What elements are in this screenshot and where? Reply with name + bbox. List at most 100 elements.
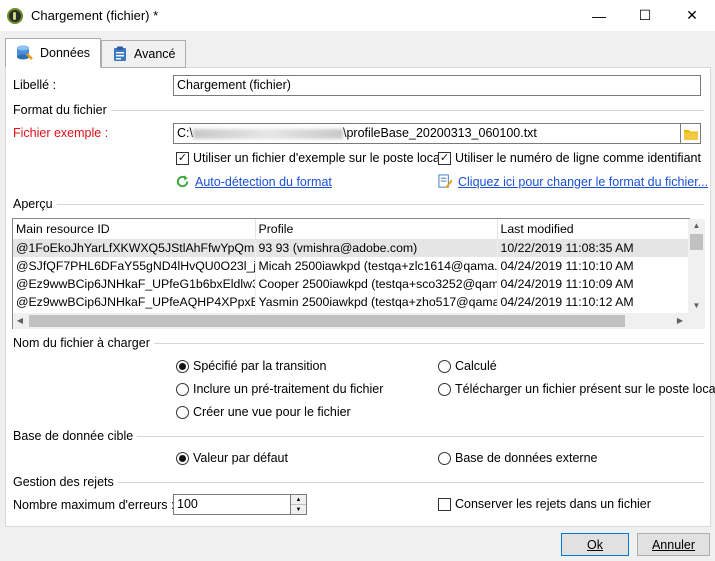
keep-rejects-checkbox[interactable]	[438, 497, 451, 511]
fichier-path-prefix: C:\	[177, 126, 193, 140]
browse-button[interactable]	[681, 123, 701, 144]
use-line-number-checkbox[interactable]	[438, 151, 451, 165]
refresh-icon	[176, 175, 189, 188]
table-row[interactable]: @Ez9wwBCip6JNHkaF_UPfeAQHP4XPpxB... Yasm…	[13, 293, 689, 311]
auto-detect-link[interactable]: Auto-détection du format	[195, 175, 332, 189]
clipboard-icon	[114, 46, 126, 61]
opt-telecharger[interactable]: Télécharger un fichier présent sur le po…	[438, 382, 715, 396]
target-file-divider	[148, 343, 704, 344]
ok-button[interactable]: Ok	[561, 533, 629, 556]
use-local-example-label: Utiliser un fichier d'exemple sur le pos…	[193, 151, 443, 165]
opt-vue-radio[interactable]	[176, 405, 189, 419]
opt-calcule-label: Calculé	[455, 359, 497, 373]
column-header-resource-id[interactable]: Main resource ID	[13, 219, 256, 240]
cancel-button-label: Annuler	[651, 537, 696, 552]
table-cell: @1FoEkoJhYarLfXKWXQ5JStlAhFfwYpQmnjn...	[13, 239, 256, 257]
opt-calcule[interactable]: Calculé	[438, 359, 497, 373]
opt-vue-label: Créer une vue pour le fichier	[193, 405, 351, 419]
table-cell: 10/22/2019 11:08:35 AM	[497, 239, 689, 257]
opt-transition-radio[interactable]	[176, 359, 189, 373]
table-cell: 04/24/2019 11:10:10 AM	[497, 257, 689, 275]
scroll-thumb-horizontal[interactable]	[29, 315, 625, 327]
scroll-down-icon[interactable]: ▼	[688, 299, 705, 313]
fichier-path-suffix: \profileBase_20200313_060100.txt	[342, 126, 537, 140]
opt-transition[interactable]: Spécifié par la transition	[176, 359, 326, 373]
tab-donnees[interactable]: Données	[5, 38, 102, 68]
opt-pretraitement[interactable]: Inclure un pré-traitement du fichier	[176, 382, 383, 396]
scroll-thumb-vertical[interactable]	[690, 234, 703, 250]
table-cell: Yasmin 2500iawkpd (testqa+zho517@qama...	[255, 293, 498, 311]
use-local-example-checkbox[interactable]	[176, 151, 189, 165]
minimize-button[interactable]: —	[576, 0, 622, 31]
opt-db-external[interactable]: Base de données externe	[438, 451, 597, 465]
libelle-label: Libellé :	[13, 78, 57, 92]
opt-telecharger-label: Télécharger un fichier présent sur le po…	[455, 382, 715, 396]
tab-avance[interactable]: Avancé	[101, 40, 187, 68]
change-format-row[interactable]: Cliquez ici pour changer le format du fi…	[438, 174, 708, 189]
opt-pretraitement-radio[interactable]	[176, 382, 189, 396]
close-button[interactable]: ✕	[669, 0, 715, 31]
use-line-number-option[interactable]: Utiliser le numéro de ligne comme identi…	[438, 151, 701, 165]
app-icon	[7, 8, 23, 24]
database-divider	[131, 436, 704, 437]
fichier-exemple-label: Fichier exemple :	[13, 126, 109, 140]
scroll-up-icon[interactable]: ▲	[688, 219, 705, 233]
opt-telecharger-radio[interactable]	[438, 382, 451, 396]
stepper-up-icon[interactable]: ▲	[291, 495, 306, 505]
horizontal-scrollbar[interactable]: ◀ ▶	[13, 313, 705, 329]
table-header-row: Main resource ID Profile Last modified	[13, 219, 689, 240]
tab-avance-label: Avancé	[134, 47, 176, 61]
scroll-left-icon[interactable]: ◀	[13, 313, 27, 329]
cancel-button[interactable]: Annuler	[637, 533, 710, 556]
table-cell: @Ez9wwBCip6JNHkaF_UPfeAQHP4XPpxB...	[13, 293, 256, 311]
format-divider	[108, 110, 704, 111]
fichier-exemple-input[interactable]: C:\ \profileBase_20200313_060100.txt	[173, 123, 681, 144]
table-cell: Cooper 2500iawkpd (testqa+sco3252@qama..…	[255, 275, 498, 293]
maximize-button[interactable]: ☐	[622, 0, 668, 31]
use-line-number-label: Utiliser le numéro de ligne comme identi…	[455, 151, 701, 165]
table-cell: Micah 2500iawkpd (testqa+zlc1614@qama...	[255, 257, 498, 275]
table-row[interactable]: @1FoEkoJhYarLfXKWXQ5JStlAhFfwYpQmnjn... …	[13, 239, 689, 257]
target-file-section-title: Nom du fichier à charger	[13, 336, 154, 350]
opt-db-default-radio[interactable]	[176, 451, 189, 465]
edit-document-icon	[438, 174, 453, 189]
auto-detect-row[interactable]: Auto-détection du format	[175, 174, 332, 189]
column-header-profile[interactable]: Profile	[255, 219, 498, 240]
opt-db-default-label: Valeur par défaut	[193, 451, 288, 465]
table-cell: 04/24/2019 11:10:12 AM	[497, 293, 689, 311]
table-row[interactable]: @Ez9wwBCip6JNHkaF_UPfeG1b6bxEldlw3J... C…	[13, 275, 689, 293]
stepper-down-icon[interactable]: ▼	[291, 505, 306, 514]
opt-transition-label: Spécifié par la transition	[193, 359, 327, 373]
max-errors-stepper[interactable]: ▲ ▼	[291, 494, 307, 515]
opt-db-external-label: Base de données externe	[455, 451, 598, 465]
format-section-title: Format du fichier	[13, 103, 111, 117]
table-row[interactable]: @SJfQF7PHL6DFaY55gND4lHvQU0O23l_j1O6... …	[13, 257, 689, 275]
keep-rejects-option[interactable]: Conserver les rejets dans un fichier	[438, 497, 651, 511]
rejects-divider	[111, 482, 704, 483]
database-section-title: Base de donnée cible	[13, 429, 138, 443]
scroll-right-icon[interactable]: ▶	[673, 313, 687, 329]
keep-rejects-label: Conserver les rejets dans un fichier	[455, 497, 651, 511]
opt-vue[interactable]: Créer une vue pour le fichier	[176, 405, 351, 419]
ok-button-label: Ok	[587, 537, 603, 552]
use-local-example-option[interactable]: Utiliser un fichier d'exemple sur le pos…	[176, 151, 443, 165]
change-format-link[interactable]: Cliquez ici pour changer le format du fi…	[458, 175, 708, 189]
database-icon	[17, 45, 33, 60]
window-title: Chargement (fichier) *	[31, 8, 159, 23]
max-errors-input[interactable]: 100	[173, 494, 291, 515]
libelle-input[interactable]: Chargement (fichier)	[173, 75, 701, 96]
opt-db-external-radio[interactable]	[438, 451, 451, 465]
table-cell: 04/24/2019 11:10:09 AM	[497, 275, 689, 293]
fichier-path-redacted	[192, 128, 343, 139]
column-header-last-modified[interactable]: Last modified	[497, 219, 689, 240]
folder-icon	[683, 129, 698, 140]
opt-pretraitement-label: Inclure un pré-traitement du fichier	[193, 382, 384, 396]
table-cell: @Ez9wwBCip6JNHkaF_UPfeG1b6bxEldlw3J...	[13, 275, 256, 293]
apercu-divider	[56, 204, 704, 205]
tab-donnees-label: Données	[40, 46, 91, 60]
apercu-section-title: Aperçu	[13, 197, 57, 211]
rejects-section-title: Gestion des rejets	[13, 475, 118, 489]
vertical-scrollbar[interactable]: ▲ ▼	[688, 219, 705, 313]
opt-calcule-radio[interactable]	[438, 359, 451, 373]
opt-db-default[interactable]: Valeur par défaut	[176, 451, 288, 465]
